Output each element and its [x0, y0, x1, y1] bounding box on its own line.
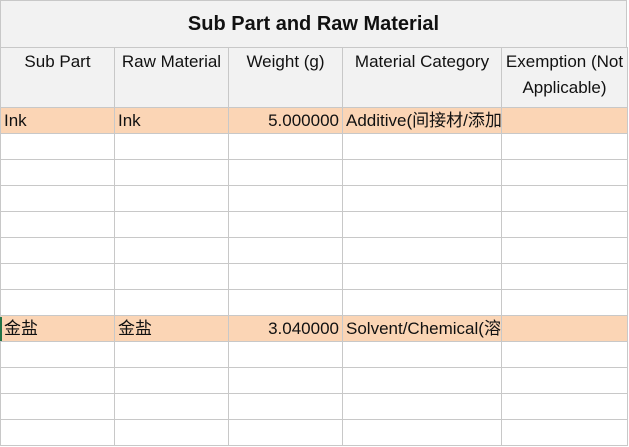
cell-weight[interactable]	[228, 289, 343, 316]
table-row: 金盐 金盐 3.040000 Solvent/Chemical(溶剂/化学品)	[0, 315, 628, 342]
cell-text: Ink	[4, 110, 27, 130]
cell-raw-material[interactable]: 金盐	[114, 315, 229, 342]
cell-text: 3.040000	[268, 318, 339, 338]
cell-exemption[interactable]	[501, 107, 628, 134]
cell-exemption[interactable]	[501, 367, 628, 394]
cell-text: Additive(间接材/添加物)	[346, 110, 502, 130]
table-row: Ink Ink 5.000000 Additive(间接材/添加物)	[0, 107, 628, 134]
cell-weight[interactable]	[228, 367, 343, 394]
cell-raw-material[interactable]	[114, 393, 229, 420]
active-cell-indicator	[0, 317, 2, 341]
material-table: Sub Part Raw Material Weight (g) Materia…	[0, 47, 628, 446]
cell-material-category[interactable]	[342, 263, 502, 290]
cell-raw-material[interactable]	[114, 367, 229, 394]
cell-weight[interactable]	[228, 263, 343, 290]
cell-sub-part[interactable]	[0, 185, 115, 212]
cell-material-category[interactable]	[342, 341, 502, 368]
cell-sub-part[interactable]	[0, 419, 115, 446]
cell-sub-part[interactable]	[0, 367, 115, 394]
cell-exemption[interactable]	[501, 237, 628, 264]
cell-sub-part[interactable]: Ink	[0, 107, 115, 134]
table-row	[0, 133, 628, 160]
table-row	[0, 159, 628, 186]
cell-sub-part[interactable]	[0, 289, 115, 316]
cell-material-category[interactable]	[342, 159, 502, 186]
cell-material-category[interactable]	[342, 367, 502, 394]
cell-weight[interactable]	[228, 393, 343, 420]
table-body: Ink Ink 5.000000 Additive(间接材/添加物) 金盐 金盐 3.040…	[0, 107, 628, 446]
cell-raw-material[interactable]	[114, 185, 229, 212]
cell-sub-part[interactable]: 金盐	[0, 315, 115, 342]
cell-exemption[interactable]	[501, 185, 628, 212]
cell-material-category[interactable]	[342, 185, 502, 212]
header-row: Sub Part Raw Material Weight (g) Materia…	[0, 47, 628, 108]
cell-weight[interactable]	[228, 159, 343, 186]
cell-sub-part[interactable]	[0, 341, 115, 368]
cell-raw-material[interactable]: Ink	[114, 107, 229, 134]
cell-text: Solvent/Chemical(溶剂/化学品)	[346, 318, 501, 338]
table-row	[0, 393, 628, 420]
cell-weight[interactable]: 5.000000	[228, 107, 343, 134]
cell-sub-part[interactable]	[0, 211, 115, 238]
table-row	[0, 263, 628, 290]
sheet-title: Sub Part and Raw Material	[0, 0, 627, 47]
cell-text: 金盐	[4, 318, 38, 338]
cell-material-category[interactable]	[342, 133, 502, 160]
cell-raw-material[interactable]	[114, 133, 229, 160]
cell-text: 5.000000	[268, 110, 339, 130]
cell-exemption[interactable]	[501, 341, 628, 368]
cell-text: 金盐	[118, 318, 152, 338]
cell-text: Ink	[118, 110, 141, 130]
column-header-exemption[interactable]: Exemption (Not Applicable)	[501, 47, 628, 108]
cell-weight[interactable]	[228, 419, 343, 446]
table-row	[0, 289, 628, 316]
cell-sub-part[interactable]	[0, 159, 115, 186]
cell-weight[interactable]	[228, 185, 343, 212]
column-header-sub-part[interactable]: Sub Part	[0, 47, 115, 108]
cell-sub-part[interactable]	[0, 133, 115, 160]
cell-sub-part[interactable]	[0, 263, 115, 290]
table-row	[0, 237, 628, 264]
cell-material-category[interactable]: Additive(间接材/添加物)	[342, 107, 502, 134]
column-header-weight[interactable]: Weight (g)	[228, 47, 343, 108]
table-row	[0, 419, 628, 446]
cell-raw-material[interactable]	[114, 419, 229, 446]
cell-material-category[interactable]	[342, 237, 502, 264]
cell-raw-material[interactable]	[114, 289, 229, 316]
cell-exemption[interactable]	[501, 159, 628, 186]
cell-weight[interactable]: 3.040000	[228, 315, 343, 342]
table-row	[0, 185, 628, 212]
table-row	[0, 367, 628, 394]
column-header-raw-material[interactable]: Raw Material	[114, 47, 229, 108]
cell-sub-part[interactable]	[0, 237, 115, 264]
table-row	[0, 211, 628, 238]
cell-weight[interactable]	[228, 211, 343, 238]
cell-exemption[interactable]	[501, 315, 628, 342]
spreadsheet: Sub Part and Raw Material Sub Part Raw M…	[0, 0, 629, 447]
cell-exemption[interactable]	[501, 211, 628, 238]
cell-sub-part[interactable]	[0, 393, 115, 420]
cell-raw-material[interactable]	[114, 159, 229, 186]
cell-raw-material[interactable]	[114, 341, 229, 368]
cell-raw-material[interactable]	[114, 263, 229, 290]
cell-exemption[interactable]	[501, 393, 628, 420]
cell-weight[interactable]	[228, 237, 343, 264]
cell-exemption[interactable]	[501, 419, 628, 446]
cell-material-category[interactable]: Solvent/Chemical(溶剂/化学品)	[342, 315, 502, 342]
column-header-material-category[interactable]: Material Category	[342, 47, 502, 108]
cell-material-category[interactable]	[342, 211, 502, 238]
cell-material-category[interactable]	[342, 393, 502, 420]
table-row	[0, 341, 628, 368]
cell-weight[interactable]	[228, 341, 343, 368]
cell-exemption[interactable]	[501, 263, 628, 290]
cell-raw-material[interactable]	[114, 211, 229, 238]
cell-raw-material[interactable]	[114, 237, 229, 264]
cell-material-category[interactable]	[342, 289, 502, 316]
column-header-exemption-text: Exemption (Not Applicable)	[505, 52, 624, 97]
cell-weight[interactable]	[228, 133, 343, 160]
cell-exemption[interactable]	[501, 289, 628, 316]
cell-material-category[interactable]	[342, 419, 502, 446]
cell-exemption[interactable]	[501, 133, 628, 160]
